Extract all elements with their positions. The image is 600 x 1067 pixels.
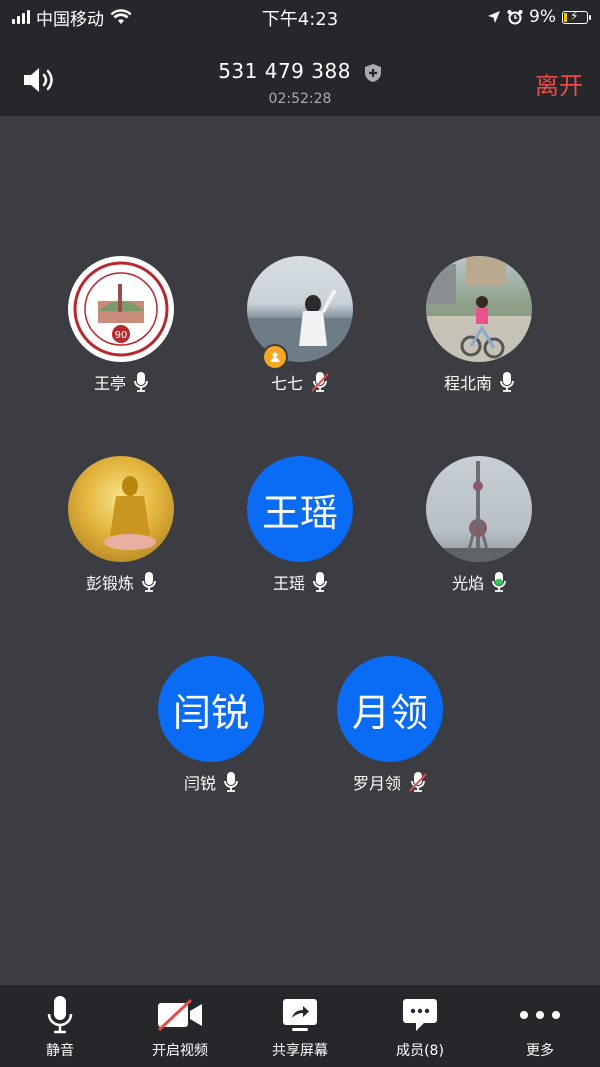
participant-tile[interactable]: 闫锐 闫锐: [131, 656, 291, 794]
participant-name: 七七: [270, 374, 303, 393]
participant-name: 程北南: [443, 374, 492, 393]
share-screen-button[interactable]: 共享屏幕: [240, 985, 360, 1067]
share-screen-icon: [283, 999, 317, 1031]
mute-label: 静音: [46, 1043, 74, 1059]
participant-name-row: 光焰: [399, 570, 559, 594]
meeting-id-text: 531 479 388: [218, 59, 351, 83]
meeting-header: 531 479 388 02:52:28 离开: [0, 34, 600, 116]
participant-name-row: 王瑶: [220, 570, 380, 594]
members-chat-icon: [403, 999, 437, 1031]
participant-name-row: 罗月领: [310, 770, 470, 794]
battery-icon: ⚡: [562, 9, 591, 24]
participant-name-row: 彭锻炼: [41, 570, 201, 594]
avatar: 90: [68, 256, 174, 362]
participant-name: 彭锻炼: [85, 574, 134, 593]
avatar: [426, 256, 532, 362]
participant-tile[interactable]: 光焰: [399, 456, 559, 594]
participant-tile[interactable]: 王瑶 王瑶: [220, 456, 380, 594]
meeting-id[interactable]: 531 479 388: [0, 59, 600, 83]
participant-name-row: 闫锐: [131, 770, 291, 794]
participant-name: 光焰: [451, 574, 484, 593]
video-label: 开启视频: [152, 1043, 208, 1059]
mic-icon: [142, 572, 156, 592]
participant-name: 闫锐: [183, 774, 216, 793]
mic-icon: [500, 372, 514, 392]
participant-tile[interactable]: 程北南: [399, 256, 559, 394]
status-bar: 中国移动 下午4:23 9% ⚡: [0, 0, 600, 34]
participant-tile[interactable]: 七七: [220, 256, 380, 394]
start-video-button[interactable]: 开启视频: [120, 985, 240, 1067]
avatar: [426, 456, 532, 562]
mic-icon: [313, 572, 327, 592]
mic-speaking-icon: [492, 572, 506, 592]
avatar: 月领: [337, 656, 443, 762]
more-label: 更多: [526, 1043, 554, 1059]
leave-button[interactable]: 离开: [535, 66, 583, 101]
mic-muted-icon: [409, 772, 427, 792]
more-dots-icon: [520, 1011, 560, 1019]
mic-muted-icon: [311, 372, 329, 392]
battery-percent: 9%: [529, 7, 556, 27]
participant-name-row: 七七: [220, 370, 380, 394]
video-off-icon: [157, 999, 202, 1031]
host-badge: [262, 344, 288, 370]
avatar: 闫锐: [158, 656, 264, 762]
participant-name: 罗月领: [352, 774, 401, 793]
members-button[interactable]: 成员(8): [360, 985, 480, 1067]
avatar: 王瑶: [247, 456, 353, 562]
participant-tile[interactable]: 90 王亭: [41, 256, 201, 394]
meeting-duration: 02:52:28: [268, 91, 332, 107]
svg-text:90: 90: [115, 330, 128, 341]
members-label: 成员(8): [396, 1043, 444, 1059]
location-arrow-icon: [488, 11, 501, 23]
mic-icon: [224, 772, 238, 792]
microphone-icon: [47, 996, 73, 1034]
shield-icon: [364, 63, 381, 82]
participant-name-row: 程北南: [399, 370, 559, 394]
alarm-icon: [507, 10, 523, 25]
mic-icon: [134, 372, 148, 392]
status-right: 9% ⚡: [487, 0, 591, 34]
participant-tile[interactable]: 彭锻炼: [41, 456, 201, 594]
meeting-toolbar: 静音 开启视频 共享屏幕 成员(8) 更多: [0, 985, 600, 1067]
avatar: [68, 456, 174, 562]
participant-name: 王瑶: [272, 574, 305, 593]
participant-name: 王亭: [93, 374, 126, 393]
avatar: [247, 256, 353, 362]
participant-name-row: 王亭: [41, 370, 201, 394]
participant-tile[interactable]: 月领 罗月领: [310, 656, 470, 794]
more-button[interactable]: 更多: [480, 985, 600, 1067]
host-icon: [270, 352, 280, 362]
mute-button[interactable]: 静音: [0, 985, 120, 1067]
share-label: 共享屏幕: [272, 1043, 328, 1059]
